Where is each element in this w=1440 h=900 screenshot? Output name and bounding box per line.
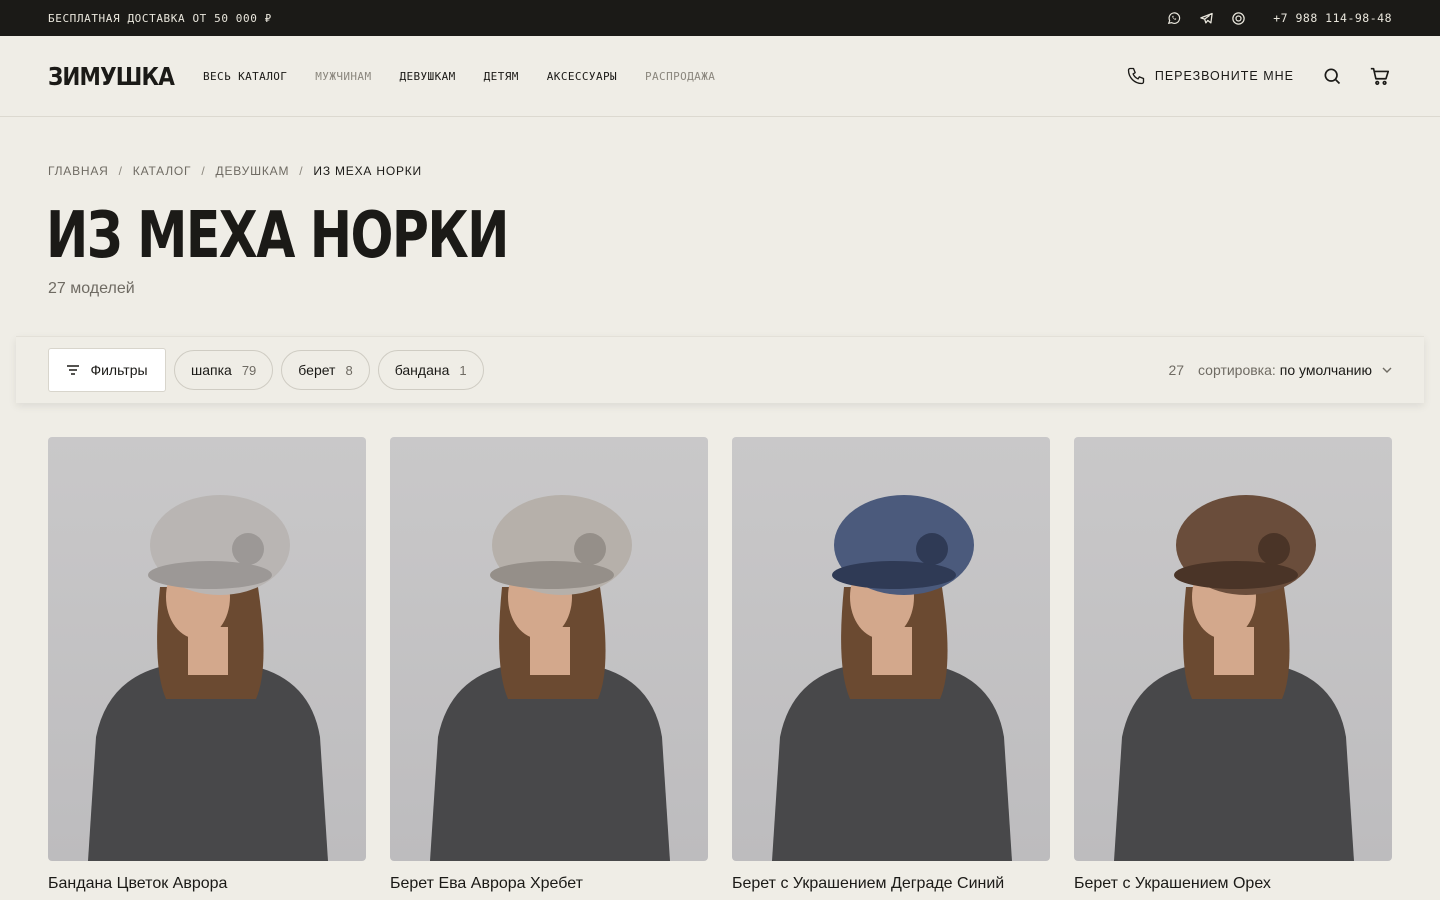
model-count: 27 моделей [48, 280, 135, 297]
chat-icon[interactable] [1229, 9, 1247, 27]
phone-icon [1126, 66, 1146, 86]
breadcrumb-separator: / [299, 164, 304, 178]
callback-button[interactable]: ПЕРЕЗВОНИТЕ МНЕ [1126, 66, 1294, 86]
results-total: 27 [1168, 362, 1185, 378]
site-header: ЗИМУШКА ВЕСЬ КАТАЛОГ МУЖЧИНАМ ДЕВУШКАМ Д… [0, 36, 1440, 117]
product-photo[interactable] [1074, 437, 1392, 861]
page-title: ИЗ МЕХА НОРКИ [46, 199, 509, 273]
product-card[interactable]: Бандана Цветок Аврора [48, 437, 366, 893]
product-card[interactable]: Берет с Украшением Деграде Синий [732, 437, 1050, 893]
product-card[interactable]: Берет с Украшением Орех [1074, 437, 1392, 893]
filter-chip-beret[interactable]: берет 8 [281, 350, 370, 390]
filter-bar: Фильтры шапка 79 берет 8 бандана 1 27 со… [16, 336, 1424, 403]
product-name[interactable]: Берет с Украшением Орех [1074, 875, 1392, 893]
chip-label: берет [298, 362, 336, 378]
breadcrumb-current: ИЗ МЕХА НОРКИ [313, 164, 422, 178]
hat-band [490, 561, 614, 589]
top-bar: БЕСПЛАТНАЯ ДОСТАВКА ОТ 50 000 ₽ +7 988 1… [0, 0, 1440, 36]
product-name[interactable]: Бандана Цветок Аврора [48, 875, 366, 893]
breadcrumb: ГЛАВНАЯ / КАТАЛОГ / ДЕВУШКАМ / ИЗ МЕХА Н… [48, 164, 422, 178]
nav-all-catalog[interactable]: ВЕСЬ КАТАЛОГ [203, 70, 287, 83]
nav-kids[interactable]: ДЕТЯМ [484, 70, 519, 83]
logo[interactable]: ЗИМУШКА [48, 62, 175, 91]
filter-chip-bandana[interactable]: бандана 1 [377, 350, 484, 390]
chip-label: бандана [394, 362, 450, 378]
contacts: +7 988 114-98-48 [1165, 9, 1392, 27]
hat-flower [916, 533, 948, 565]
hat-flower [574, 533, 606, 565]
sort-label: сортировка: [1198, 362, 1276, 378]
callback-label: ПЕРЕЗВОНИТЕ МНЕ [1154, 69, 1294, 83]
nav-women[interactable]: ДЕВУШКАМ [399, 70, 455, 83]
cart-button[interactable] [1368, 64, 1392, 88]
chip-label: шапка [191, 362, 232, 378]
product-photo[interactable] [390, 437, 708, 861]
chip-count: 79 [241, 362, 257, 378]
breadcrumb-women[interactable]: ДЕВУШКАМ [216, 164, 290, 178]
sort-value: по умолчанию [1279, 362, 1372, 378]
hat-flower [1258, 533, 1290, 565]
filter-icon [66, 364, 80, 376]
hat-band [832, 561, 956, 589]
nav-accessories[interactable]: АКСЕССУАРЫ [547, 70, 617, 83]
breadcrumb-catalog[interactable]: КАТАЛОГ [133, 164, 192, 178]
search-icon [1322, 66, 1342, 86]
nav-men[interactable]: МУЖЧИНАМ [315, 70, 371, 83]
hat-flower [232, 533, 264, 565]
product-name[interactable]: Берет с Украшением Деграде Синий [732, 875, 1050, 893]
chip-count: 8 [345, 362, 353, 378]
breadcrumb-separator: / [201, 164, 206, 178]
breadcrumb-separator: / [118, 164, 123, 178]
chip-count: 1 [459, 362, 467, 378]
sort-dropdown[interactable]: 27 сортировка: по умолчанию [1168, 362, 1392, 378]
breadcrumb-home[interactable]: ГЛАВНАЯ [48, 164, 109, 178]
phone-number[interactable]: +7 988 114-98-48 [1273, 11, 1392, 25]
product-card[interactable]: Берет Ева Аврора Хребет [390, 437, 708, 893]
hat-band [148, 561, 272, 589]
whatsapp-icon[interactable] [1165, 9, 1183, 27]
cart-icon [1369, 65, 1391, 87]
main-nav: ВЕСЬ КАТАЛОГ МУЖЧИНАМ ДЕВУШКАМ ДЕТЯМ АКС… [203, 70, 715, 83]
product-name[interactable]: Берет Ева Аврора Хребет [390, 875, 708, 893]
chevron-down-icon [1382, 367, 1392, 373]
product-grid: Бандана Цветок Аврора Берет Ева Аврора Х… [48, 437, 1392, 893]
product-photo[interactable] [48, 437, 366, 861]
search-button[interactable] [1320, 64, 1344, 88]
product-photo[interactable] [732, 437, 1050, 861]
filters-button[interactable]: Фильтры [48, 348, 166, 392]
header-actions: ПЕРЕЗВОНИТЕ МНЕ [1126, 64, 1392, 88]
telegram-icon[interactable] [1197, 9, 1215, 27]
nav-sale[interactable]: РАСПРОДАЖА [645, 70, 715, 83]
filter-chip-hat[interactable]: шапка 79 [174, 350, 274, 390]
free-delivery-promo: БЕСПЛАТНАЯ ДОСТАВКА ОТ 50 000 ₽ [48, 11, 272, 25]
hat-band [1174, 561, 1298, 589]
filters-label: Фильтры [90, 362, 148, 378]
